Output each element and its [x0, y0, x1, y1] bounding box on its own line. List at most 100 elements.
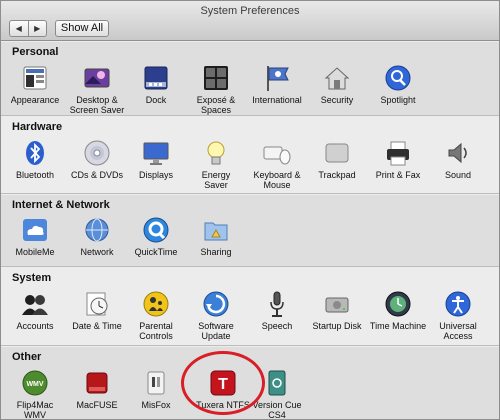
pref-label: Universal Access — [439, 321, 477, 341]
pref-macfuse[interactable]: MacFUSE — [66, 369, 128, 410]
show-all-button[interactable]: Show All — [55, 20, 109, 37]
section-title-other: Other — [12, 351, 42, 363]
pref-label: Keyboard & Mouse — [253, 170, 301, 190]
printer-icon — [384, 139, 412, 167]
section-title-hardware: Hardware — [12, 121, 63, 133]
pref-label: Sharing — [200, 247, 232, 257]
keyboard-mouse-icon — [263, 139, 291, 167]
pref-label: Spotlight — [380, 95, 416, 105]
section-system: System Accounts Date & Time Parental Con… — [1, 268, 499, 346]
light-bulb-icon — [202, 139, 230, 167]
expose-spaces-icon — [202, 64, 230, 92]
pref-label: Displays — [138, 170, 173, 180]
pref-international[interactable]: International — [246, 64, 308, 105]
pref-misfox[interactable]: MisFox — [125, 369, 187, 410]
network-globe-icon — [83, 216, 111, 244]
international-flag-icon — [263, 64, 291, 92]
pref-label: Speech — [261, 321, 293, 331]
pref-sound[interactable]: Sound — [427, 139, 489, 180]
back-button[interactable]: ◀ — [10, 21, 28, 36]
pref-security[interactable]: Security — [306, 64, 368, 105]
pref-flip4mac-wmv[interactable]: WMV Flip4Mac WMV — [4, 369, 66, 420]
pref-startup-disk[interactable]: Startup Disk — [306, 290, 368, 331]
mobileme-cloud-icon — [21, 216, 49, 244]
speech-microphone-icon — [263, 290, 291, 318]
pref-label: MacFUSE — [76, 400, 118, 410]
pref-label: Flip4Mac WMV — [16, 400, 54, 420]
dock-icon — [142, 64, 170, 92]
pref-label: Trackpad — [318, 170, 356, 180]
section-internet-network: Internet & Network MobileMe Network Quic… — [1, 195, 499, 267]
display-monitor-icon — [142, 139, 170, 167]
pref-software-update[interactable]: Software Update — [185, 290, 247, 341]
pref-time-machine[interactable]: Time Machine — [367, 290, 429, 331]
appearance-icon — [21, 64, 49, 92]
pref-label: Print & Fax — [375, 170, 421, 180]
bluetooth-icon — [21, 139, 49, 167]
pref-quicktime[interactable]: QuickTime — [125, 216, 187, 257]
pref-displays[interactable]: Displays — [125, 139, 187, 180]
pref-spotlight[interactable]: Spotlight — [367, 64, 429, 105]
pref-label: Dock — [145, 95, 167, 105]
time-machine-icon — [384, 290, 412, 318]
pref-speech[interactable]: Speech — [246, 290, 308, 331]
pref-appearance[interactable]: Appearance — [4, 64, 66, 105]
pref-label: Network — [80, 247, 114, 257]
pref-energy-saver[interactable]: Energy Saver — [185, 139, 247, 190]
universal-access-icon — [444, 290, 472, 318]
pref-label: Time Machine — [369, 321, 427, 331]
pref-label: MisFox — [141, 400, 171, 410]
pref-bluetooth[interactable]: Bluetooth — [4, 139, 66, 180]
pref-keyboard-mouse[interactable]: Keyboard & Mouse — [246, 139, 308, 190]
pref-cds-dvds[interactable]: CDs & DVDs — [66, 139, 128, 180]
window-title: System Preferences — [200, 5, 300, 17]
navigation-buttons: ◀ ▶ — [9, 20, 47, 37]
date-time-clock-icon — [83, 290, 111, 318]
pref-accounts[interactable]: Accounts — [4, 290, 66, 331]
section-title-system: System — [12, 272, 52, 284]
pref-label: Sound — [444, 170, 472, 180]
section-title-internet-network: Internet & Network — [12, 199, 110, 211]
software-update-icon — [202, 290, 230, 318]
pref-label: Accounts — [16, 321, 54, 331]
section-title-personal: Personal — [12, 46, 59, 58]
pref-sharing[interactable]: Sharing — [185, 216, 247, 257]
pref-label: Appearance — [10, 95, 60, 105]
trackpad-icon — [323, 139, 351, 167]
pref-print-fax[interactable]: Print & Fax — [367, 139, 429, 180]
pref-label: MobileMe — [15, 247, 55, 257]
spotlight-magnifier-icon — [384, 64, 412, 92]
pref-mobileme[interactable]: MobileMe — [4, 216, 66, 257]
pref-label: Desktop & Screen Saver — [69, 95, 125, 115]
pref-network[interactable]: Network — [66, 216, 128, 257]
system-preferences-window: System Preferences ◀ ▶ Show All Personal… — [0, 0, 500, 420]
wmv-badge-text: WMV — [26, 381, 43, 388]
cd-dvd-icon — [83, 139, 111, 167]
forward-button[interactable]: ▶ — [27, 21, 47, 36]
pref-label: International — [252, 95, 302, 105]
pref-label: QuickTime — [134, 247, 178, 257]
highlight-circle — [181, 351, 265, 415]
pref-trackpad[interactable]: Trackpad — [306, 139, 368, 180]
pref-universal-access[interactable]: Universal Access — [427, 290, 489, 341]
pref-dock[interactable]: Dock — [125, 64, 187, 105]
pref-date-time[interactable]: Date & Time — [66, 290, 128, 331]
accounts-silhouette-icon — [21, 290, 49, 318]
misfox-switch-icon — [142, 369, 170, 397]
pref-label: Exposé & Spaces — [196, 95, 236, 115]
pref-label: Software Update — [198, 321, 234, 341]
quicktime-icon — [142, 216, 170, 244]
section-hardware: Hardware Bluetooth CDs & DVDs Displays E… — [1, 117, 499, 194]
flip4mac-wmv-icon: WMV — [21, 369, 49, 397]
pref-parental-controls[interactable]: Parental Controls — [125, 290, 187, 341]
macfuse-drive-icon — [83, 369, 111, 397]
forward-arrow-icon: ▶ — [34, 24, 41, 33]
section-personal: Personal Appearance Desktop & Screen Sav… — [1, 42, 499, 116]
pref-label: Date & Time — [72, 321, 122, 331]
pref-label: Security — [320, 95, 354, 105]
pref-label: Parental Controls — [139, 321, 173, 341]
sharing-folder-icon — [202, 216, 230, 244]
pref-expose-spaces[interactable]: Exposé & Spaces — [185, 64, 247, 115]
pref-desktop-screen-saver[interactable]: Desktop & Screen Saver — [66, 64, 128, 115]
title-bar: System Preferences ◀ ▶ Show All — [1, 1, 499, 41]
